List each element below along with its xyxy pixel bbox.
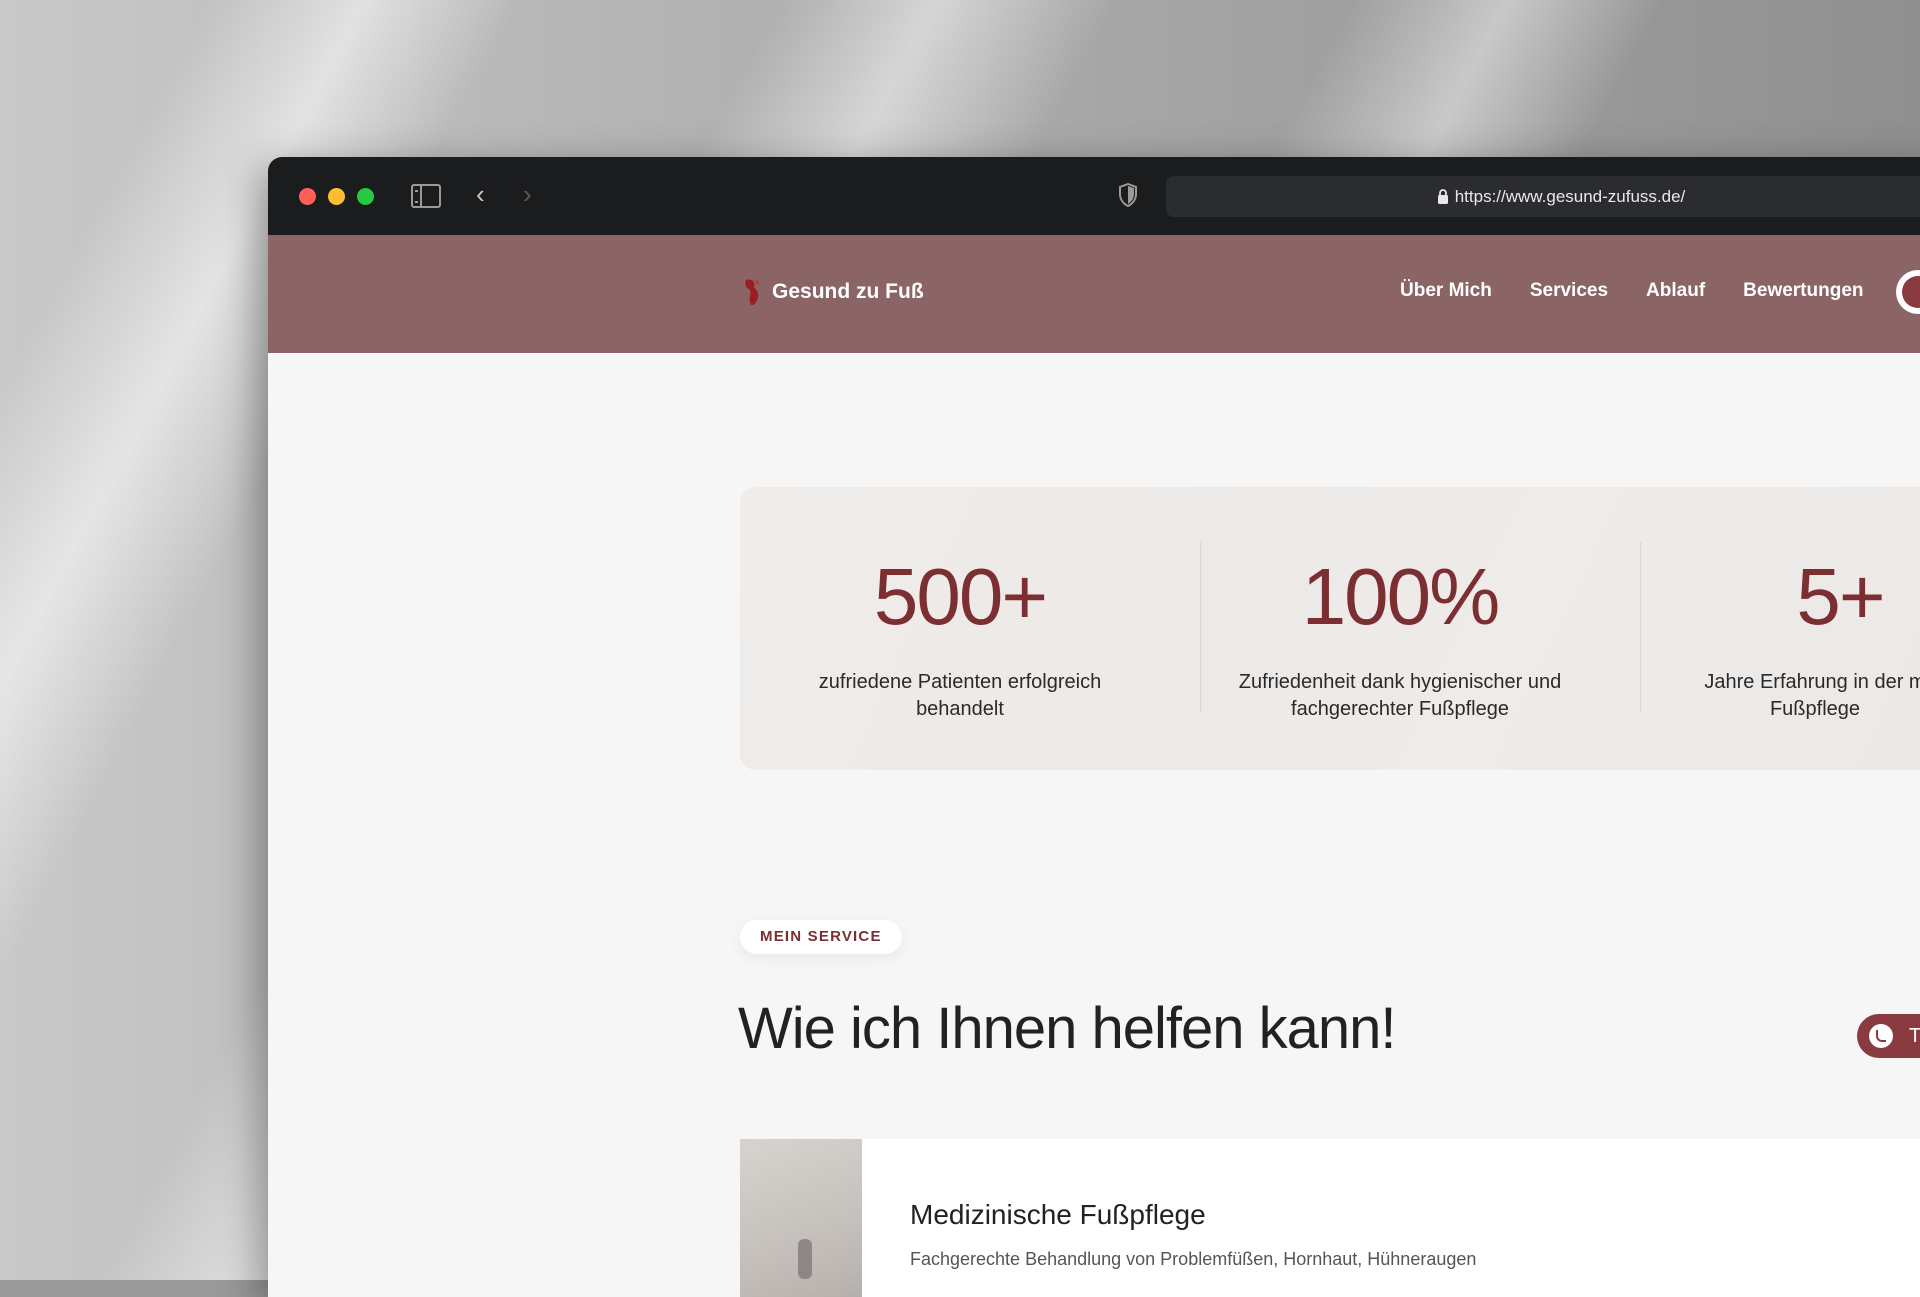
section-title: Wie ich Ihnen helfen kann! [738, 996, 1397, 1061]
stat-label: Jahre Erfahrung in der m Fußpflege [1704, 671, 1920, 720]
service-card[interactable]: Medizinische Fußpflege Fachgerechte Beha… [740, 1139, 1920, 1297]
stat-label: zufriedene Patienten erfolgreich behande… [818, 671, 1102, 720]
main-nav: Über Mich Services Ablauf Bewertungen [1400, 280, 1864, 302]
nav-link-ablauf[interactable]: Ablauf [1646, 280, 1705, 302]
section-badge: MEIN SERVICE [740, 920, 902, 954]
stat-label: Zufriedenheit dank hygienischer und fach… [1238, 671, 1562, 720]
logo-mark-icon [745, 279, 760, 305]
stat-item: 500+ zufriedene Patienten erfolgreich be… [740, 487, 1180, 723]
browser-titlebar: ‹ › https://www.gesund-zufuss.de/ [268, 157, 1920, 235]
brand-name: Gesund zu Fuß [772, 280, 924, 303]
stats-panel: 500+ zufriedene Patienten erfolgreich be… [740, 487, 1920, 770]
stat-item: 5+ Jahre Erfahrung in der m Fußpflege [1620, 487, 1920, 723]
shield-icon[interactable] [1118, 182, 1138, 212]
browser-window: ‹ › https://www.gesund-zufuss.de/ Gesund… [268, 157, 1920, 1297]
sidebar-toggle-icon[interactable] [411, 184, 441, 208]
service-description: Fachgerechte Behandlung von Problemfüßen… [910, 1249, 1477, 1269]
floating-call-button[interactable]: T [1857, 1014, 1920, 1058]
stat-item: 100% Zufriedenheit dank hygienischer und… [1180, 487, 1620, 723]
service-title: Medizinische Fußpflege [910, 1199, 1206, 1230]
url-text: https://www.gesund-zufuss.de/ [1454, 187, 1686, 206]
back-icon[interactable]: ‹ [476, 181, 485, 207]
nav-link-ueber-mich[interactable]: Über Mich [1400, 280, 1492, 302]
lock-icon [1437, 178, 1449, 219]
close-window-button[interactable] [299, 188, 316, 205]
address-bar[interactable]: https://www.gesund-zufuss.de/ [1166, 176, 1920, 217]
stat-value: 5+ [1796, 552, 1885, 641]
phone-icon [1869, 1024, 1893, 1048]
phone-icon[interactable] [1896, 270, 1920, 314]
maximize-window-button[interactable] [357, 188, 374, 205]
site-logo[interactable]: Gesund zu Fuß [742, 276, 924, 308]
stat-value: 500+ [873, 552, 1048, 641]
nav-link-services[interactable]: Services [1530, 280, 1608, 302]
site-header: Gesund zu Fuß Über Mich Services Ablauf … [268, 235, 1920, 353]
forward-icon[interactable]: › [523, 181, 532, 207]
minimize-window-button[interactable] [328, 188, 345, 205]
floating-call-label: T [1909, 1025, 1920, 1047]
service-image [740, 1139, 862, 1297]
stat-value: 100% [1301, 552, 1501, 641]
nav-link-bewertungen[interactable]: Bewertungen [1743, 280, 1863, 302]
